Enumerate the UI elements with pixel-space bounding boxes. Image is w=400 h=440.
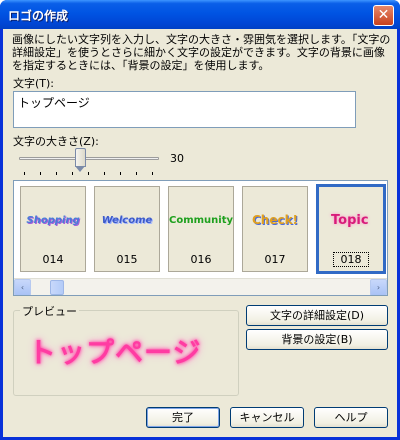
scroll-left-button[interactable]: ‹ <box>14 279 31 295</box>
style-preview-community: Community <box>169 214 234 226</box>
font-detail-button[interactable]: 文字の詳細設定(D) <box>246 305 388 326</box>
style-preview-topic: Topic <box>331 212 369 228</box>
gallery-item-number: 014 <box>42 253 64 266</box>
slider-tick <box>72 172 73 175</box>
style-preview-shopping: Shopping <box>26 214 80 226</box>
gallery-item-number: 016 <box>190 253 212 266</box>
gallery-item-014[interactable]: Shopping 014 <box>20 186 86 272</box>
style-preview-welcome: Welcome <box>101 214 153 226</box>
gallery-item-015[interactable]: Welcome 015 <box>94 186 160 272</box>
size-slider-thumb[interactable] <box>75 148 86 172</box>
gallery-item-number: 015 <box>116 253 138 266</box>
style-gallery: Shopping 014 Welcome 015 Community 016 C… <box>13 180 388 296</box>
description-text: 画像にしたい文字列を入力し、文字の大きさ・雰囲気を選択します。「文字の詳細設定」… <box>12 33 391 72</box>
slider-tick <box>152 172 153 175</box>
preview-label: プレビュー <box>20 303 79 319</box>
cancel-button[interactable]: キャンセル <box>230 407 304 428</box>
gallery-item-016[interactable]: Community 016 <box>168 186 234 272</box>
gallery-item-number: 018 <box>333 252 369 267</box>
title-bar[interactable]: ロゴの作成 ✕ <box>0 0 400 29</box>
ok-button[interactable]: 完了 <box>146 407 220 428</box>
slider-tick <box>136 172 137 175</box>
dialog-window: ロゴの作成 ✕ 画像にしたい文字列を入力し、文字の大きさ・雰囲気を選択します。「… <box>0 0 400 440</box>
text-field-label: 文字(T): <box>13 77 55 90</box>
slider-tick <box>120 172 121 175</box>
slider-tick <box>24 172 25 175</box>
slider-tick <box>104 172 105 175</box>
size-slider-track[interactable] <box>19 157 159 160</box>
scrollbar-thumb[interactable] <box>50 280 64 295</box>
background-settings-button[interactable]: 背景の設定(B) <box>246 329 388 350</box>
preview-logo-text: トップページ <box>28 336 202 369</box>
logo-text-input[interactable]: トップページ <box>13 91 356 128</box>
size-slider-value: 30 <box>170 152 184 165</box>
dialog-body: 画像にしたい文字列を入力し、文字の大きさ・雰囲気を選択します。「文字の詳細設定」… <box>3 29 397 437</box>
slider-tick <box>40 172 41 175</box>
style-preview-check: Check! <box>251 213 299 227</box>
gallery-item-018[interactable]: Topic 018 <box>316 184 386 274</box>
help-button[interactable]: ヘルプ <box>314 407 388 428</box>
gallery-scrollbar[interactable]: ‹ › <box>14 278 387 295</box>
window-title: ロゴの作成 <box>8 9 69 23</box>
slider-tick <box>88 172 89 175</box>
scroll-right-button[interactable]: › <box>370 279 387 295</box>
gallery-item-number: 017 <box>264 253 286 266</box>
size-slider-label: 文字の大きさ(Z): <box>13 135 99 148</box>
gallery-item-017[interactable]: Check! 017 <box>242 186 308 272</box>
preview-group: プレビュー トップページ <box>13 303 239 396</box>
slider-tick <box>56 172 57 175</box>
close-button[interactable]: ✕ <box>373 5 394 26</box>
